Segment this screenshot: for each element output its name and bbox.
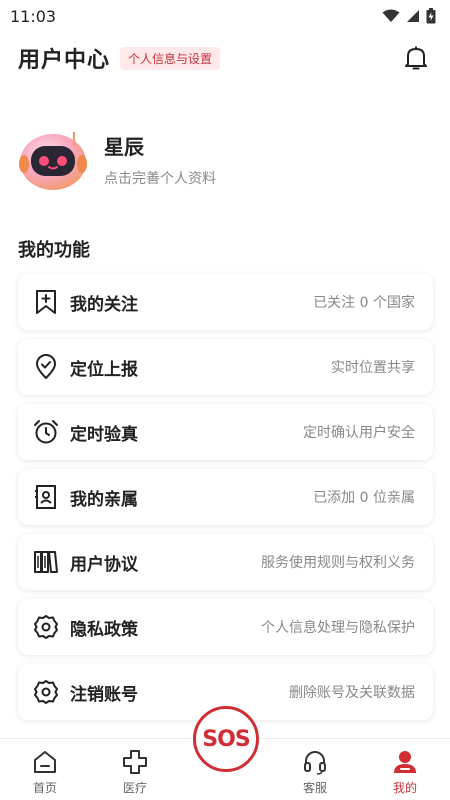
user-icon	[390, 747, 420, 777]
sos-label: SOS	[202, 726, 250, 752]
menu-item-desc: 删除账号及关联数据	[289, 685, 415, 701]
nav-item-home[interactable]: 首页	[0, 739, 90, 800]
section-title: 我的功能	[18, 240, 90, 261]
menu-item-user-agreement[interactable]: 用户协议 服务使用规则与权利义务	[18, 534, 433, 590]
wifi-icon	[382, 9, 400, 22]
menu-item-timed-verify[interactable]: 定时验真 定时确认用户安全	[18, 404, 433, 460]
battery-icon	[426, 8, 436, 24]
menu-item-desc: 已关注 0 个国家	[313, 295, 415, 311]
feature-menu: 我的关注 已关注 0 个国家 定位上报 实时位置共享 定时验真 定时确认用户安全	[18, 274, 433, 729]
home-icon	[30, 747, 60, 777]
robot-avatar-icon	[19, 132, 87, 190]
nav-label: 我的	[392, 781, 417, 795]
nav-label: 首页	[32, 781, 57, 795]
status-icons	[382, 8, 436, 24]
menu-item-desc: 服务使用规则与权利义务	[261, 555, 415, 571]
nav-item-support[interactable]: 客服	[270, 739, 360, 800]
nav-label: 医疗	[122, 781, 147, 795]
menu-item-label: 定位上报	[70, 359, 138, 380]
menu-item-following[interactable]: 我的关注 已关注 0 个国家	[18, 274, 433, 330]
avatar[interactable]	[18, 124, 88, 194]
gear-icon	[32, 613, 60, 641]
menu-item-desc: 定时确认用户安全	[303, 425, 415, 441]
menu-item-desc: 个人信息处理与隐私保护	[261, 620, 415, 636]
notification-button[interactable]	[402, 44, 430, 72]
headset-icon	[300, 747, 330, 777]
page-title: 用户中心	[18, 48, 111, 73]
medical-cross-icon	[120, 747, 150, 777]
menu-item-label: 隐私政策	[70, 619, 138, 640]
gear-icon	[32, 678, 60, 706]
menu-item-label: 我的关注	[70, 294, 138, 315]
status-time: 11:03	[10, 6, 57, 26]
app-header: 用户中心 个人信息与设置	[0, 36, 450, 80]
menu-item-label: 定时验真	[70, 424, 138, 445]
nav-item-medical[interactable]: 医疗	[90, 739, 180, 800]
profile-card[interactable]: 星辰 点击完善个人资料	[18, 124, 432, 194]
signal-icon	[407, 10, 419, 22]
menu-item-desc: 实时位置共享	[331, 360, 415, 376]
alarm-icon	[32, 418, 60, 446]
bookmark-icon	[32, 288, 60, 316]
nav-item-mine[interactable]: 我的	[360, 739, 450, 800]
menu-item-location-report[interactable]: 定位上报 实时位置共享	[18, 339, 433, 395]
header-tag: 个人信息与设置	[120, 46, 221, 70]
menu-item-label: 我的亲属	[70, 489, 138, 510]
bell-icon	[405, 46, 427, 70]
menu-item-label: 注销账号	[70, 684, 138, 705]
menu-item-desc: 已添加 0 位亲属	[313, 490, 415, 506]
profile-name: 星辰	[104, 134, 144, 159]
profile-subtitle[interactable]: 点击完善个人资料	[104, 168, 216, 188]
menu-item-privacy-policy[interactable]: 隐私政策 个人信息处理与隐私保护	[18, 599, 433, 655]
status-bar: 11:03	[0, 0, 450, 32]
sos-button[interactable]: SOS	[193, 706, 259, 772]
contact-icon	[32, 483, 60, 511]
location-icon	[32, 353, 60, 381]
menu-item-label: 用户协议	[70, 554, 138, 575]
profile-text: 星辰 点击完善个人资料	[104, 131, 216, 188]
menu-item-relatives[interactable]: 我的亲属 已添加 0 位亲属	[18, 469, 433, 525]
book-icon	[32, 548, 60, 576]
nav-label: 客服	[302, 781, 327, 795]
